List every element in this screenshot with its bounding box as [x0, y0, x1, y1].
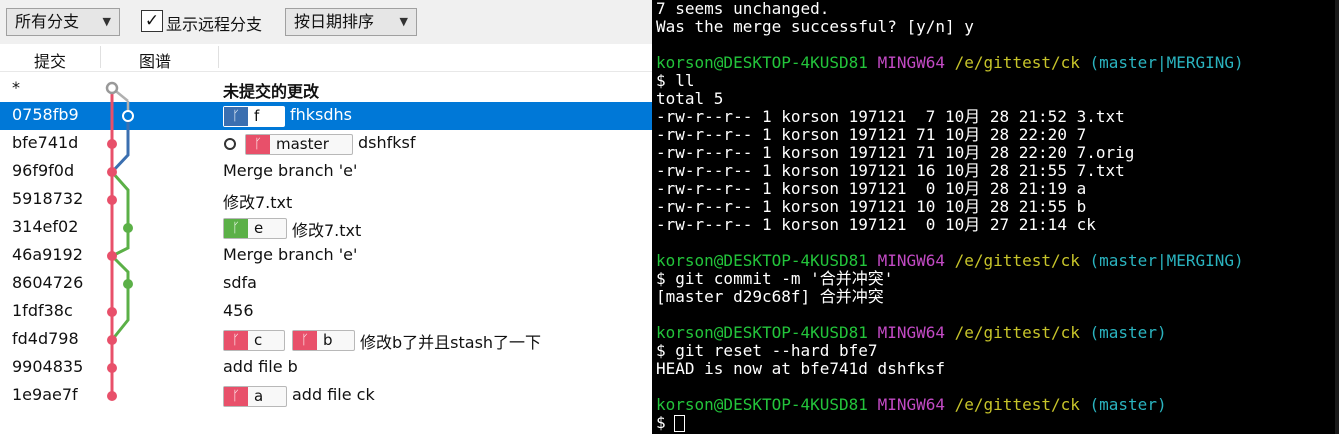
terminal-prompt: korson@DESKTOP-4KUSD81 MINGW64 /e/gittes… [656, 324, 1244, 342]
commit-message: fhksdhs [290, 105, 353, 124]
terminal-line: -rw-r--r-- 1 korson 197121 71 10月 28 22:… [656, 143, 1135, 162]
terminal-line: 7 seems unchanged. [656, 0, 830, 18]
terminal-line: -rw-r--r-- 1 korson 197121 0 10月 27 21:1… [656, 215, 1096, 234]
branch-tag-label: f [254, 107, 260, 125]
graph-node [107, 139, 117, 149]
commit-message: 修改7.txt [223, 193, 293, 212]
prompt-user: korson@DESKTOP-4KUSD81 [656, 323, 868, 342]
branch-icon: ᚴ [293, 331, 317, 350]
terminal-line: -rw-r--r-- 1 korson 197121 0 10月 28 21:1… [656, 179, 1087, 198]
terminal-input-line[interactable]: $ [656, 414, 1244, 432]
terminal-command: $ git reset --hard bfe7 [656, 341, 878, 360]
sort-order-value: 按日期排序 [294, 12, 375, 31]
graph-node-uncommitted [105, 81, 119, 95]
commit-message: dshfksf [358, 133, 416, 152]
branch-icon: ᚴ [224, 331, 248, 350]
terminal-line: [master d29c68f] 合并冲突 [656, 287, 884, 306]
prompt-branch: (master|MERGING) [1089, 53, 1244, 72]
prompt-path: /e/gittest/ck [954, 53, 1080, 72]
commit-message: add file b [223, 357, 298, 376]
graph-node [107, 251, 117, 261]
graph-node [107, 167, 117, 177]
terminal-output: 7 seems unchanged. Was the merge success… [656, 0, 1244, 432]
prompt-path: /e/gittest/ck [954, 251, 1080, 270]
prompt-env: MINGW64 [877, 323, 945, 342]
branch-tag-a[interactable]: ᚴ a [223, 386, 287, 407]
sort-order-dropdown[interactable]: 按日期排序 ▼ [285, 8, 417, 36]
terminal-line: Was the merge successful? [y/n] y [656, 17, 974, 36]
branch-tag-label: b [323, 331, 333, 349]
prompt-branch: (master) [1089, 395, 1167, 414]
branch-tag-master[interactable]: ᚴ master [245, 134, 353, 155]
commit-message: sdfa [223, 273, 257, 292]
prompt-env: MINGW64 [877, 53, 945, 72]
branch-icon: ᚴ [224, 107, 248, 126]
terminal-line: -rw-r--r-- 1 korson 197121 71 10月 28 22:… [656, 125, 1087, 144]
commit-message: Merge branch 'e' [223, 245, 358, 264]
graph-node [107, 363, 117, 373]
prompt-path: /e/gittest/ck [954, 395, 1080, 414]
graph-node [123, 279, 133, 289]
prompt-user: korson@DESKTOP-4KUSD81 [656, 395, 868, 414]
terminal-line: -rw-r--r-- 1 korson 197121 10 10月 28 21:… [656, 197, 1087, 216]
terminal-cursor [673, 415, 685, 432]
graph-node [107, 195, 117, 205]
prompt-user: korson@DESKTOP-4KUSD81 [656, 251, 868, 270]
branch-tag-b[interactable]: ᚴ b [292, 330, 355, 351]
branch-icon: ᚴ [224, 219, 248, 238]
terminal-prompt: korson@DESKTOP-4KUSD81 MINGW64 /e/gittes… [656, 252, 1244, 270]
chevron-down-icon: ▼ [399, 15, 408, 28]
git-graph-panel: 所有分支 ▼ ✓ 显示远程分支 按日期排序 ▼ 提交 图谱 * 未提交的更改 0… [0, 0, 652, 434]
branch-icon: ᚴ [246, 135, 270, 154]
terminal-line: HEAD is now at bfe741d dshfksf [656, 359, 945, 378]
terminal-prompt: korson@DESKTOP-4KUSD81 MINGW64 /e/gittes… [656, 54, 1244, 72]
terminal-prompt: korson@DESKTOP-4KUSD81 MINGW64 /e/gittes… [656, 396, 1244, 414]
terminal-window[interactable]: 7 seems unchanged. Was the merge success… [652, 0, 1339, 434]
prompt-env: MINGW64 [877, 251, 945, 270]
branch-tag-label: e [254, 219, 264, 237]
graph-node [107, 307, 117, 317]
graph-node [107, 391, 117, 401]
commit-message: add file ck [292, 385, 375, 404]
commit-message: 未提交的更改 [223, 82, 320, 101]
commit-graph [105, 81, 134, 401]
prompt-user: korson@DESKTOP-4KUSD81 [656, 53, 868, 72]
graph-node-f [122, 110, 134, 122]
branch-tag-f[interactable]: ᚴ f [223, 106, 285, 127]
branch-tag-label: a [254, 387, 264, 405]
terminal-command: $ ll [656, 71, 695, 90]
branch-tag-c[interactable]: ᚴ c [223, 330, 285, 351]
terminal-command: $ git commit -m '合并冲突' [656, 269, 894, 288]
branch-icon: ᚴ [224, 387, 248, 406]
graph-line-e [110, 254, 130, 341]
commit-message: 修改7.txt [292, 221, 362, 240]
branch-tag-label: c [254, 331, 263, 349]
prompt-branch: (master|MERGING) [1089, 251, 1244, 270]
head-indicator-icon [224, 138, 236, 150]
commit-message: 修改b了并且stash了一下 [360, 333, 542, 352]
graph-node-e [123, 223, 133, 233]
graph-line-e [110, 171, 130, 258]
branch-tag-e[interactable]: ᚴ e [223, 218, 287, 239]
terminal-scrollbar[interactable] [1335, 0, 1339, 434]
terminal-line: -rw-r--r-- 1 korson 197121 7 10月 28 21:5… [656, 107, 1125, 126]
prompt-env: MINGW64 [877, 395, 945, 414]
prompt-branch: (master) [1089, 323, 1167, 342]
terminal-prompt-symbol: $ [656, 413, 666, 432]
graph-node [107, 335, 117, 345]
commit-message: 456 [223, 301, 254, 320]
prompt-path: /e/gittest/ck [954, 323, 1080, 342]
terminal-line: -rw-r--r-- 1 korson 197121 16 10月 28 21:… [656, 161, 1125, 180]
commit-message: Merge branch 'e' [223, 161, 358, 180]
terminal-line: total 5 [656, 89, 724, 108]
branch-tag-label: master [276, 135, 329, 153]
